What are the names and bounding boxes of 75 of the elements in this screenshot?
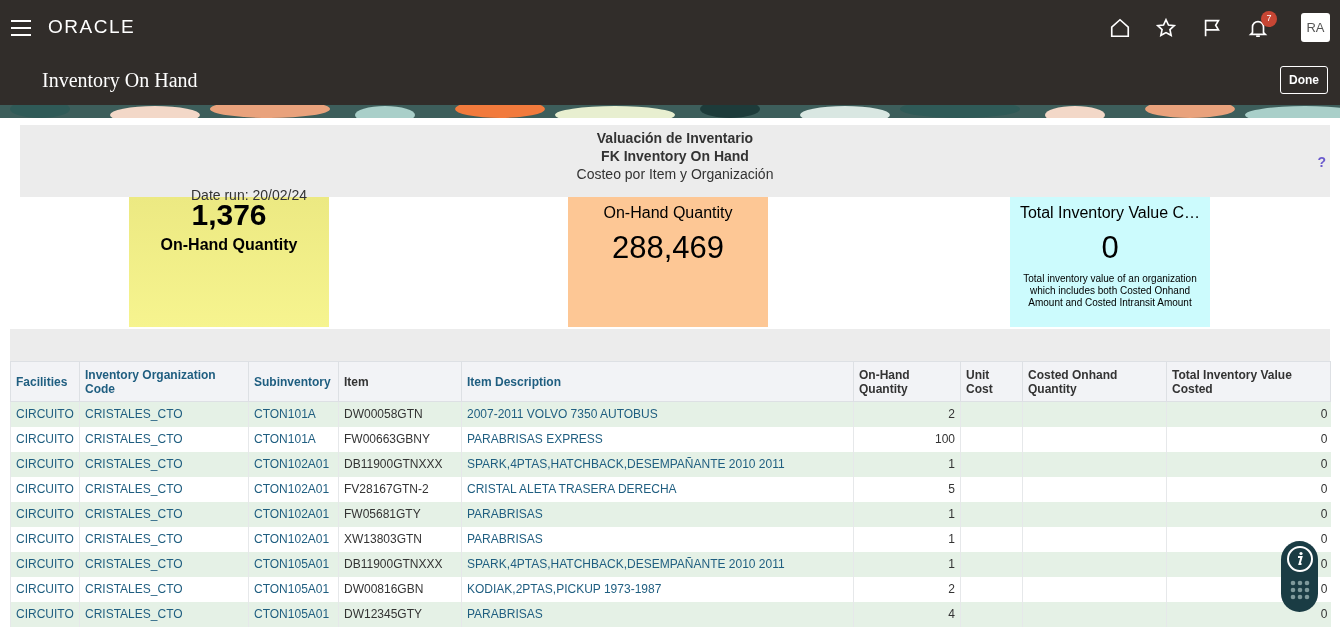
page-title: Inventory On Hand: [42, 68, 198, 94]
table-link[interactable]: CTON105A01: [254, 582, 330, 596]
help-link[interactable]: ?: [1317, 152, 1326, 173]
column-header[interactable]: Inventory Organization Code: [79, 361, 249, 402]
table-cell: 2: [948, 582, 955, 596]
table-cell: FW05681GTY: [344, 507, 421, 521]
report-title: Costeo por Item y Organización: [576, 165, 774, 183]
avatar[interactable]: RA: [1301, 13, 1330, 42]
table-cell: 0: [1320, 432, 1328, 446]
table-cell: 0: [1320, 507, 1328, 521]
table-link[interactable]: KODIAK,2PTAS,PICKUP 1973-1987: [467, 582, 662, 596]
menu-icon[interactable]: [10, 19, 32, 38]
column-header[interactable]: Subinventory: [248, 361, 339, 402]
help-widget[interactable]: [1281, 541, 1318, 612]
table-link[interactable]: CRISTALES_CTO: [85, 582, 183, 596]
table-cell: DB11900GTNXXX: [344, 557, 443, 571]
apps-icon[interactable]: [1290, 580, 1310, 600]
table-cell: 0: [1320, 482, 1328, 496]
table-cell: FV28167GTN-2: [344, 482, 429, 496]
table-cell: 1: [948, 507, 955, 521]
home-icon[interactable]: [1109, 16, 1131, 39]
star-icon[interactable]: [1155, 16, 1177, 39]
table-cell: 4: [948, 607, 955, 621]
table-cell: DB11900GTNXXX: [344, 457, 443, 471]
table-link[interactable]: CTON102A01: [254, 532, 330, 546]
column-header[interactable]: Item Description: [461, 361, 854, 402]
table-link[interactable]: CRISTALES_CTO: [85, 532, 183, 546]
table-link[interactable]: PARABRISAS EXPRESS: [467, 432, 603, 446]
table-link[interactable]: CIRCUITO: [16, 482, 74, 496]
logo-text[interactable]: ORACLE: [48, 13, 136, 42]
table-cell: 0: [1320, 457, 1328, 471]
table-link[interactable]: CRISTALES_CTO: [85, 482, 183, 496]
table-cell: 1: [948, 532, 955, 546]
kpi-label: Total Inventory Value C…: [1018, 203, 1202, 223]
table-cell: 0: [1320, 607, 1328, 621]
table-link[interactable]: CIRCUITO: [16, 532, 74, 546]
table-cell: 100: [934, 432, 955, 446]
table-cell: DW12345GTY: [344, 607, 423, 621]
table-cell: 0: [1320, 407, 1328, 422]
kpi-label: On-Hand Quantity: [159, 235, 299, 255]
table-link[interactable]: CTON102A01: [254, 482, 330, 496]
table-link[interactable]: CIRCUITO: [16, 582, 74, 596]
column-header[interactable]: Item: [338, 361, 462, 402]
table-cell: DW00816GBN: [344, 582, 424, 596]
kpi-label: On-Hand Quantity: [602, 203, 734, 223]
table-cell: 1: [948, 557, 955, 571]
table-link[interactable]: PARABRISAS: [467, 607, 543, 621]
table-cell: XW13803GTN: [344, 532, 423, 546]
table-link[interactable]: CIRCUITO: [16, 432, 74, 446]
table-cell: 0: [1320, 532, 1328, 546]
column-header[interactable]: Facilities: [10, 361, 80, 402]
column-header[interactable]: On-Hand Quantity: [853, 361, 961, 402]
kpi-description: Total inventory value of an organization which includes both Costed Onhand Amount and Costed Intransit Amount: [1022, 272, 1198, 309]
kpi-value: 0: [1100, 229, 1120, 267]
table-link[interactable]: CRISTALES_CTO: [85, 432, 183, 446]
table-cell: 2: [948, 407, 955, 422]
table-link[interactable]: CRISTAL ALETA TRASERA DERECHA: [467, 482, 677, 496]
table-cell: 5: [948, 482, 955, 496]
table-link[interactable]: CTON101A: [254, 432, 316, 446]
table-cell: 1: [948, 457, 955, 471]
report-title: FK Inventory On Hand: [601, 147, 749, 165]
table-link[interactable]: PARABRISAS: [467, 532, 543, 546]
column-header[interactable]: Unit Cost: [960, 361, 1023, 402]
table-cell: 0: [1320, 582, 1328, 596]
table-cell: FW00663GBNY: [344, 432, 431, 446]
column-header[interactable]: Costed Onhand Quantity: [1022, 361, 1167, 402]
table-cell: DW00058GTN: [344, 407, 423, 422]
done-button[interactable]: Done: [1280, 66, 1328, 94]
notification-badge: 7: [1261, 10, 1277, 27]
table-link[interactable]: PARABRISAS: [467, 507, 543, 521]
column-header[interactable]: Total Inventory Value Costed: [1166, 361, 1331, 402]
kpi-value: 288,469: [610, 229, 726, 267]
info-icon[interactable]: [1286, 545, 1314, 573]
table-cell: 0: [1320, 557, 1328, 571]
report-title: Valuación de Inventario: [596, 129, 754, 147]
